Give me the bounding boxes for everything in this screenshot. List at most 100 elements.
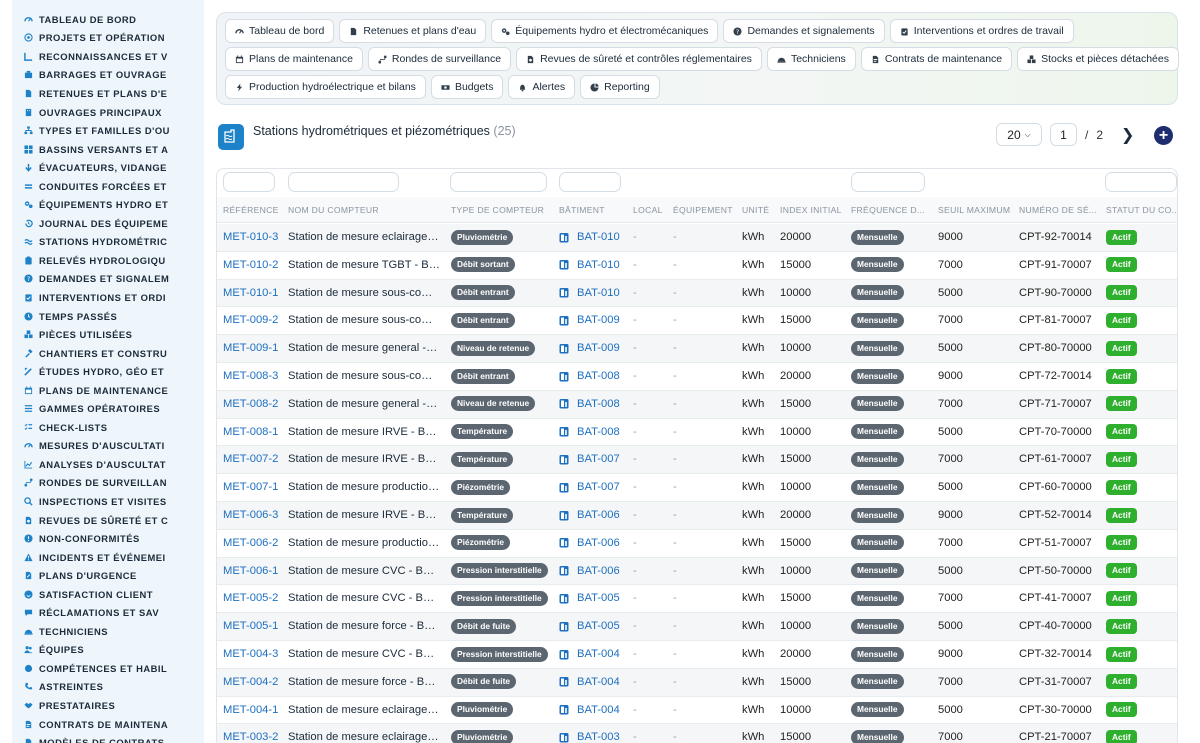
- sidebar-item[interactable]: GAMMES OPÉRATOIRES: [12, 399, 204, 418]
- building-link[interactable]: BAT-010: [577, 231, 620, 243]
- column-header[interactable]: UNITÉ: [742, 205, 769, 215]
- sidebar-item[interactable]: JOURNAL DES ÉQUIPEME: [12, 214, 204, 233]
- column-header[interactable]: ÉQUIPEMENT: [673, 205, 733, 215]
- building-cell[interactable]: BAT-008: [559, 419, 620, 447]
- chevron-right-icon[interactable]: ❯: [1121, 125, 1134, 145]
- sidebar-item[interactable]: BARRAGES ET OUVRAGE: [12, 66, 204, 85]
- building-cell[interactable]: BAT-005: [559, 613, 620, 641]
- building-link[interactable]: BAT-009: [577, 342, 620, 354]
- building-link[interactable]: BAT-005: [577, 620, 620, 632]
- building-link[interactable]: BAT-003: [577, 731, 620, 743]
- column-header[interactable]: NUMÉRO DE SÉ...: [1019, 205, 1097, 215]
- column-header[interactable]: RÉFÉRENCE: [223, 205, 279, 215]
- nav-button[interactable]: Techniciens: [766, 47, 856, 71]
- nav-button[interactable]: Alertes: [508, 75, 576, 99]
- column-filter-input[interactable]: [450, 172, 547, 192]
- column-header[interactable]: NOM DU COMPTEUR: [288, 205, 379, 215]
- sidebar-item[interactable]: RETENUES ET PLANS D'E: [12, 84, 204, 103]
- nav-button[interactable]: Stocks et pièces détachées: [1017, 47, 1179, 71]
- building-cell[interactable]: BAT-004: [559, 697, 620, 725]
- sidebar-item[interactable]: TEMPS PASSÉS: [12, 307, 204, 326]
- building-link[interactable]: BAT-004: [577, 676, 620, 688]
- sidebar-item[interactable]: SATISFACTION CLIENT: [12, 585, 204, 604]
- building-cell[interactable]: BAT-004: [559, 669, 620, 697]
- reference-link[interactable]: MET-004-1: [223, 697, 278, 725]
- reference-link[interactable]: MET-010-1: [223, 280, 278, 308]
- sidebar-item[interactable]: RÉCLAMATIONS ET SAV: [12, 604, 204, 623]
- reference-link[interactable]: MET-009-1: [223, 335, 278, 363]
- table-row[interactable]: MET-004-1 Station de mesure eclairage -..…: [217, 697, 1177, 725]
- current-page-input[interactable]: 1: [1050, 123, 1077, 146]
- reference-link[interactable]: MET-010-3: [223, 224, 278, 252]
- reference-link[interactable]: MET-008-1: [223, 419, 278, 447]
- sidebar-item[interactable]: ÉVACUATEURS, VIDANGE: [12, 158, 204, 177]
- nav-button[interactable]: Tableau de bord: [225, 19, 335, 43]
- reference-link[interactable]: MET-007-2: [223, 446, 278, 474]
- column-header[interactable]: LOCAL: [633, 205, 663, 215]
- building-link[interactable]: BAT-006: [577, 537, 620, 549]
- reference-link[interactable]: MET-004-3: [223, 641, 278, 669]
- reference-link[interactable]: MET-006-1: [223, 558, 278, 586]
- table-row[interactable]: MET-008-3 Station de mesure sous-comp... D…: [217, 363, 1177, 391]
- building-link[interactable]: BAT-007: [577, 481, 620, 493]
- nav-button[interactable]: Retenues et plans d'eau: [339, 19, 487, 43]
- building-link[interactable]: BAT-006: [577, 565, 620, 577]
- building-link[interactable]: BAT-005: [577, 592, 620, 604]
- sidebar-item[interactable]: COMPÉTENCES ET HABIL: [12, 659, 204, 678]
- sidebar-item[interactable]: ÉQUIPES: [12, 641, 204, 660]
- table-row[interactable]: MET-010-2 Station de mesure TGBT - Bât J D…: [217, 252, 1177, 280]
- sidebar-item[interactable]: PROJETS ET OPÉRATION: [12, 29, 204, 48]
- table-row[interactable]: MET-010-3 Station de mesure eclairage -..…: [217, 224, 1177, 252]
- sidebar-item[interactable]: NON-CONFORMITÉS: [12, 529, 204, 548]
- nav-button[interactable]: Budgets: [430, 75, 504, 99]
- sidebar-item[interactable]: TYPES ET FAMILLES D'OU: [12, 121, 204, 140]
- column-header[interactable]: TYPE DE COMPTEUR: [451, 205, 544, 215]
- building-cell[interactable]: BAT-008: [559, 391, 620, 419]
- building-link[interactable]: BAT-008: [577, 398, 620, 410]
- building-cell[interactable]: BAT-007: [559, 474, 620, 502]
- column-header[interactable]: BÂTIMENT: [559, 205, 605, 215]
- building-link[interactable]: BAT-009: [577, 314, 620, 326]
- table-row[interactable]: MET-005-2 Station de mesure CVC - Bât E Pr…: [217, 585, 1177, 614]
- column-filter-input[interactable]: [851, 172, 925, 192]
- sidebar-item[interactable]: TABLEAU DE BORD: [12, 10, 204, 29]
- building-link[interactable]: BAT-010: [577, 259, 620, 271]
- column-header[interactable]: FRÉQUENCE D...: [851, 205, 925, 215]
- sidebar-item[interactable]: CONDUITES FORCÉES ET: [12, 177, 204, 196]
- building-cell[interactable]: BAT-009: [559, 307, 620, 335]
- building-link[interactable]: BAT-006: [577, 509, 620, 521]
- table-row[interactable]: MET-007-2 Station de mesure IRVE - Bât G T…: [217, 446, 1177, 475]
- per-page-select[interactable]: 20 ⌵: [996, 123, 1042, 146]
- building-cell[interactable]: BAT-010: [559, 224, 620, 252]
- nav-button[interactable]: Équipements hydro et électromécaniques: [491, 19, 719, 43]
- table-row[interactable]: MET-006-2 Station de mesure production...…: [217, 530, 1177, 558]
- sidebar-item[interactable]: RONDES DE SURVEILLAN: [12, 474, 204, 493]
- building-cell[interactable]: BAT-006: [559, 558, 620, 586]
- sidebar-item[interactable]: ANALYSES D'AUSCULTAT: [12, 455, 204, 474]
- column-filter-input[interactable]: [1105, 172, 1177, 192]
- reference-link[interactable]: MET-008-3: [223, 363, 278, 391]
- table-row[interactable]: MET-008-2 Station de mesure general - B..…: [217, 390, 1177, 419]
- building-cell[interactable]: BAT-010: [559, 280, 620, 308]
- building-cell[interactable]: BAT-006: [559, 530, 620, 558]
- building-cell[interactable]: BAT-004: [559, 641, 620, 669]
- building-cell[interactable]: BAT-005: [559, 585, 620, 613]
- nav-button[interactable]: Rondes de surveillance: [367, 47, 512, 71]
- sidebar-item[interactable]: INSPECTIONS ET VISITES: [12, 492, 204, 511]
- column-filter-input[interactable]: [223, 172, 275, 192]
- sidebar-item[interactable]: TECHNICIENS: [12, 622, 204, 641]
- sidebar-item[interactable]: CHECK-LISTS: [12, 418, 204, 437]
- table-row[interactable]: MET-004-3 Station de mesure CVC - Bât D Pr…: [217, 641, 1177, 669]
- sidebar-item[interactable]: STATIONS HYDROMÉTRIC: [12, 233, 204, 252]
- building-cell[interactable]: BAT-007: [559, 446, 620, 474]
- nav-button[interactable]: Production hydroélectrique et bilans: [225, 75, 426, 99]
- nav-button[interactable]: Plans de maintenance: [225, 47, 363, 71]
- building-cell[interactable]: BAT-008: [559, 363, 620, 391]
- sidebar-item[interactable]: CHANTIERS ET CONSTRU: [12, 344, 204, 363]
- building-link[interactable]: BAT-004: [577, 704, 620, 716]
- sidebar-item[interactable]: ÉQUIPEMENTS HYDRO ET: [12, 195, 204, 214]
- reference-link[interactable]: MET-003-2: [223, 724, 278, 743]
- table-row[interactable]: MET-003-2 Station de mesure eclairage -..…: [217, 724, 1177, 743]
- sidebar-item[interactable]: ASTREINTES: [12, 678, 204, 697]
- reference-link[interactable]: MET-005-1: [223, 613, 278, 641]
